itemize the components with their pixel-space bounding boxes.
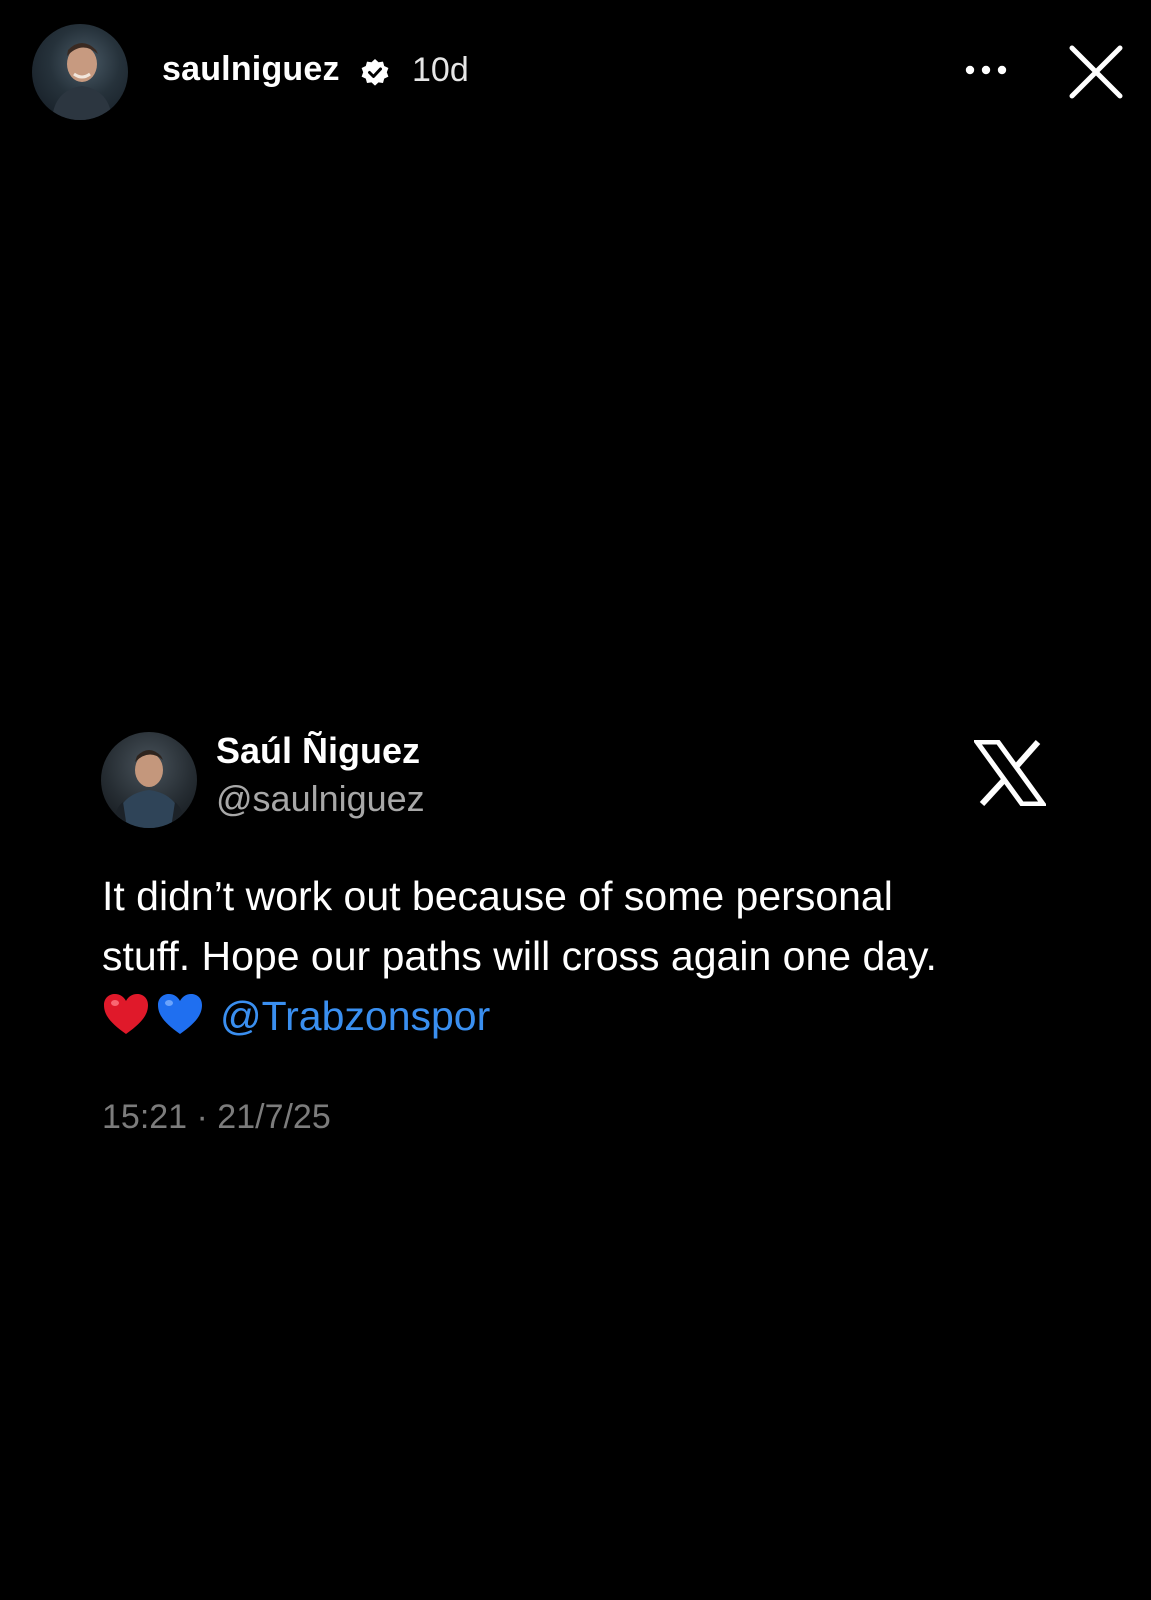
tweet-author-avatar[interactable] <box>101 732 197 828</box>
tweet-handle[interactable]: @saulniguez <box>216 778 425 820</box>
profile-photo-icon <box>114 750 184 828</box>
tweet-text-line: It didn’t work out because of some perso… <box>102 873 893 919</box>
mention-link[interactable]: @Trabzonspor <box>220 993 490 1039</box>
tweet-display-name[interactable]: Saúl Ñiguez <box>216 730 420 772</box>
tweet-text: It didn’t work out because of some perso… <box>102 866 1062 1046</box>
tweet-timestamp: 15:21 · 21/7/25 <box>102 1098 331 1136</box>
story-avatar[interactable] <box>32 24 128 120</box>
story-username[interactable]: saulniguez <box>162 50 340 89</box>
close-icon <box>1069 45 1123 99</box>
blue-heart-icon <box>158 994 202 1034</box>
tweet-text-line: stuff. Hope our paths will cross again o… <box>102 933 937 979</box>
close-button[interactable] <box>1066 42 1126 102</box>
more-options-button[interactable] <box>962 52 1010 88</box>
verified-badge-icon <box>361 59 389 86</box>
story-time: 10d <box>412 51 469 89</box>
tweet-card: Saúl Ñiguez @saulniguez It didn’t work o… <box>0 720 1151 1180</box>
x-logo-icon <box>974 740 1046 806</box>
tweet-text-line: @Trabzonspor <box>102 986 1062 1046</box>
red-heart-icon <box>104 994 148 1034</box>
profile-photo-icon <box>52 43 112 120</box>
more-horizontal-icon <box>965 65 1007 75</box>
story-header: saulniguez 10d <box>0 0 1151 145</box>
